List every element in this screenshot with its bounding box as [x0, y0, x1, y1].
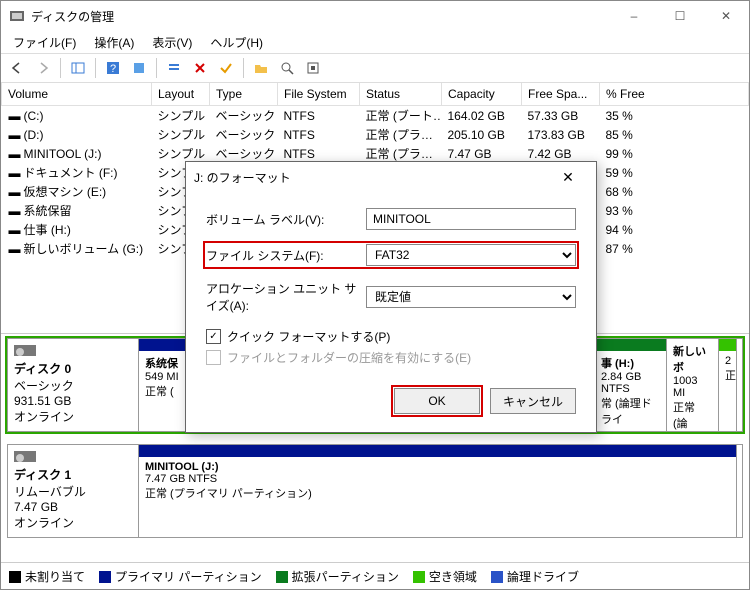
- legend-item: プライマリ パーティション: [99, 568, 262, 585]
- legend-item: 未割り当て: [9, 568, 85, 585]
- compress-label: ファイルとフォルダーの圧縮を有効にする(E): [227, 349, 471, 366]
- allocation-label: アロケーション ユニット サイズ(A):: [206, 280, 366, 314]
- col-type[interactable]: Type: [210, 83, 278, 106]
- close-button[interactable]: ✕: [703, 1, 749, 31]
- legend-item: 論理ドライブ: [491, 568, 579, 585]
- quick-format-label: クイック フォーマットする(P): [227, 328, 390, 345]
- menubar: ファイル(F) 操作(A) 表示(V) ヘルプ(H): [1, 31, 749, 53]
- window-title: ディスクの管理: [31, 8, 611, 25]
- dialog-body: ボリューム ラベル(V): ファイル システム(F): FAT32 アロケーショ…: [186, 192, 596, 432]
- partition-bar: [139, 445, 736, 457]
- filesystem-label: ファイル システム(F):: [206, 247, 366, 264]
- compress-row: ファイルとフォルダーの圧縮を有効にする(E): [206, 349, 576, 366]
- window-buttons: – ☐ ✕: [611, 1, 749, 31]
- col-volume[interactable]: Volume: [2, 83, 152, 106]
- refresh-icon[interactable]: [127, 56, 151, 80]
- disk-icon: [14, 345, 36, 356]
- separator: [156, 58, 157, 78]
- partition[interactable]: 2正: [719, 339, 737, 431]
- partition-bar: [719, 339, 736, 351]
- quick-format-row[interactable]: ✓ クイック フォーマットする(P): [206, 328, 576, 345]
- minimize-button[interactable]: –: [611, 1, 657, 31]
- app-icon: [9, 8, 25, 24]
- list-icon[interactable]: [162, 56, 186, 80]
- svg-text:?: ?: [110, 63, 116, 75]
- volume-header-row: Volume Layout Type File System Status Ca…: [2, 83, 749, 106]
- col-pct[interactable]: % Free: [600, 83, 749, 106]
- volume-icon: ▬: [8, 128, 22, 142]
- volume-icon: ▬: [8, 242, 22, 256]
- partition[interactable]: 系统保549 MI正常 (: [139, 339, 187, 431]
- legend-item: 拡張パーティション: [276, 568, 399, 585]
- dialog-titlebar: J: のフォーマット ✕: [186, 162, 596, 192]
- legend-swatch: [99, 571, 111, 583]
- legend: 未割り当てプライマリ パーティション拡張パーティション空き領域論理ドライブ: [1, 562, 749, 589]
- disk-header: ディスク 0ベーシック931.51 GBオンライン: [8, 339, 139, 431]
- volume-icon: ▬: [8, 109, 22, 123]
- back-icon[interactable]: [5, 56, 29, 80]
- volume-icon: ▬: [8, 185, 22, 199]
- disk-row[interactable]: ディスク 1リムーバブル7.47 GBオンラインMINITOOL (J:)7.4…: [7, 444, 743, 538]
- partition[interactable]: 新しいボ1003 MI正常 (論: [667, 339, 719, 431]
- separator: [60, 58, 61, 78]
- partition-strip: MINITOOL (J:)7.47 GB NTFS正常 (プライマリ パーティシ…: [139, 445, 742, 537]
- disk-header: ディスク 1リムーバブル7.47 GBオンライン: [8, 445, 139, 537]
- col-layout[interactable]: Layout: [152, 83, 210, 106]
- help-icon[interactable]: ?: [101, 56, 125, 80]
- menu-view[interactable]: 表示(V): [144, 32, 200, 53]
- dialog-title: J: のフォーマット: [194, 169, 548, 186]
- partition-bar: [595, 339, 666, 351]
- panel-icon[interactable]: [66, 56, 90, 80]
- settings-icon[interactable]: [301, 56, 325, 80]
- partition-bar: [139, 339, 186, 351]
- legend-swatch: [491, 571, 503, 583]
- toolbar: ?: [1, 53, 749, 83]
- legend-swatch: [276, 571, 288, 583]
- search-icon[interactable]: [275, 56, 299, 80]
- col-capacity[interactable]: Capacity: [442, 83, 522, 106]
- col-fs[interactable]: File System: [278, 83, 360, 106]
- checkbox-icon: [206, 350, 221, 365]
- dialog-close-button[interactable]: ✕: [548, 162, 588, 192]
- volume-label-label: ボリューム ラベル(V):: [206, 211, 366, 228]
- check-icon[interactable]: [214, 56, 238, 80]
- volume-icon: ▬: [8, 147, 22, 161]
- separator: [95, 58, 96, 78]
- legend-item: 空き領域: [413, 568, 477, 585]
- menu-file[interactable]: ファイル(F): [5, 32, 84, 53]
- volume-label-input[interactable]: [366, 208, 576, 230]
- checkbox-checked-icon[interactable]: ✓: [206, 329, 221, 344]
- volume-icon: ▬: [8, 204, 22, 218]
- ok-button[interactable]: OK: [394, 388, 480, 414]
- disk-management-window: ディスクの管理 – ☐ ✕ ファイル(F) 操作(A) 表示(V) ヘルプ(H)…: [0, 0, 750, 590]
- col-free[interactable]: Free Spa...: [522, 83, 600, 106]
- filesystem-select[interactable]: FAT32: [366, 244, 576, 266]
- format-dialog: J: のフォーマット ✕ ボリューム ラベル(V): ファイル システム(F):…: [185, 161, 597, 433]
- separator: [243, 58, 244, 78]
- titlebar: ディスクの管理 – ☐ ✕: [1, 1, 749, 31]
- partition[interactable]: 事 (H:)2.84 GB NTFS常 (論理ドライ: [595, 339, 667, 431]
- folder-icon[interactable]: [249, 56, 273, 80]
- partition[interactable]: MINITOOL (J:)7.47 GB NTFS正常 (プライマリ パーティシ…: [139, 445, 737, 537]
- allocation-select[interactable]: 既定値: [366, 286, 576, 308]
- volume-icon: ▬: [8, 166, 22, 180]
- legend-swatch: [413, 571, 425, 583]
- volume-icon: ▬: [8, 223, 22, 237]
- menu-action[interactable]: 操作(A): [86, 32, 142, 53]
- forward-icon[interactable]: [31, 56, 55, 80]
- legend-swatch: [9, 571, 21, 583]
- col-status[interactable]: Status: [360, 83, 442, 106]
- cancel-button[interactable]: キャンセル: [490, 388, 576, 414]
- disk-icon: [14, 451, 36, 462]
- delete-icon[interactable]: [188, 56, 212, 80]
- table-row[interactable]: ▬(C:)シンプルベーシックNTFS正常 (ブート…164.02 GB57.33…: [2, 106, 749, 126]
- menu-help[interactable]: ヘルプ(H): [202, 32, 271, 53]
- table-row[interactable]: ▬(D:)シンプルベーシックNTFS正常 (プラ…205.10 GB173.83…: [2, 125, 749, 144]
- maximize-button[interactable]: ☐: [657, 1, 703, 31]
